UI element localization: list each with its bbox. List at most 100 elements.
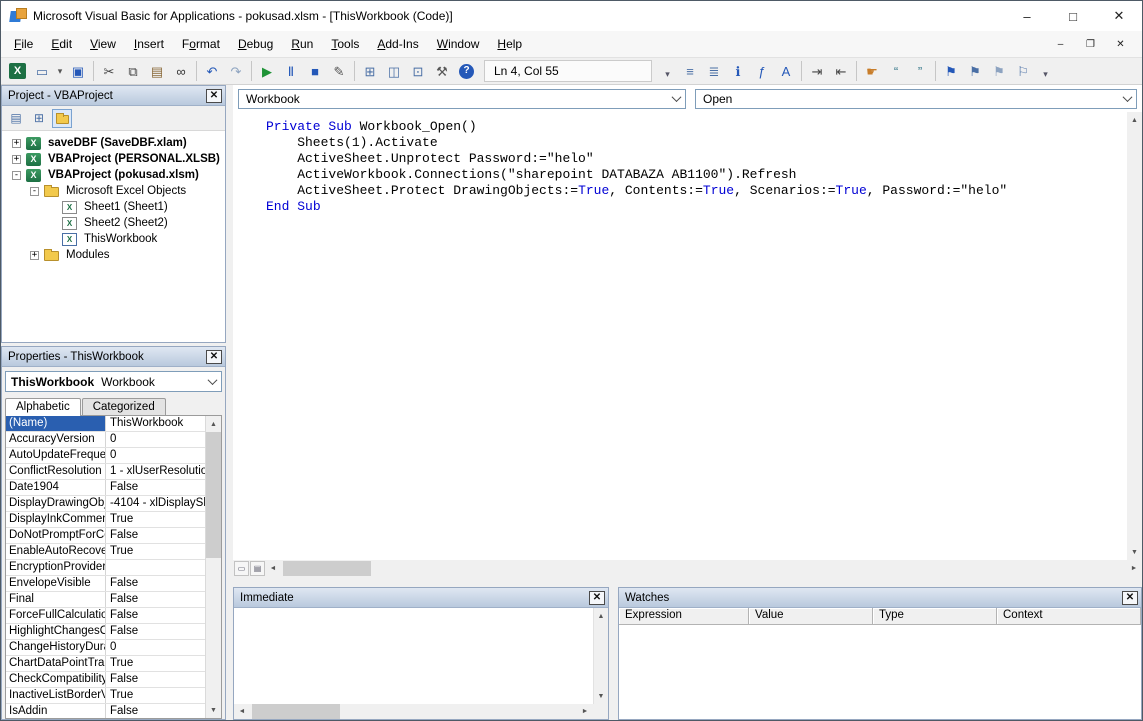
outdent-button[interactable]: ⇤ <box>829 60 853 82</box>
code-line[interactable]: Sheets(1).Activate <box>266 135 1127 151</box>
object-select[interactable]: ThisWorkbook Workbook <box>5 371 222 392</box>
property-value[interactable]: False <box>106 608 205 623</box>
code-line[interactable]: End Sub <box>266 199 1127 215</box>
immediate-content[interactable] <box>234 608 593 704</box>
insert-userform-dropdown-button[interactable]: ▾ <box>54 60 66 82</box>
scroll-up-button[interactable]: ▲ <box>206 416 221 432</box>
tree-expander[interactable]: + <box>12 155 21 164</box>
tree-item[interactable]: ThisWorkbook <box>2 231 225 247</box>
tree-item[interactable]: -Microsoft Excel Objects <box>2 183 225 199</box>
menu-item-run[interactable]: Run <box>282 33 322 55</box>
tab-alphabetic[interactable]: Alphabetic <box>5 398 81 416</box>
property-value[interactable]: True <box>106 512 205 527</box>
property-value[interactable]: 0 <box>106 640 205 655</box>
menu-item-view[interactable]: View <box>81 33 125 55</box>
object-dropdown[interactable]: Workbook <box>238 89 686 109</box>
find-button[interactable]: ∞ <box>169 60 193 82</box>
watches-column-header-context[interactable]: Context <box>997 608 1141 625</box>
scrollbar-thumb[interactable] <box>252 704 340 719</box>
indent-button[interactable]: ⇥ <box>805 60 829 82</box>
property-row[interactable]: ChangeHistoryDurat0 <box>6 640 205 656</box>
tree-item[interactable]: Sheet1 (Sheet1) <box>2 199 225 215</box>
toolbar-options-button[interactable]: ▾ <box>660 60 675 82</box>
code-vertical-scrollbar[interactable]: ▲ ▼ <box>1127 112 1142 560</box>
bottom-panels-splitter[interactable] <box>609 587 618 720</box>
bottom-dock-splitter[interactable] <box>233 577 1142 587</box>
tree-item[interactable]: +saveDBF (SaveDBF.xlam) <box>2 135 225 151</box>
full-module-view-button[interactable]: ▤ <box>250 561 265 576</box>
tree-expander[interactable]: + <box>30 251 39 260</box>
undo-button[interactable]: ↶ <box>200 60 224 82</box>
property-row[interactable]: ConflictResolution1 - xlUserResolutio <box>6 464 205 480</box>
mdi-minimize-button[interactable]: – <box>1047 35 1074 54</box>
scroll-up-button[interactable]: ▲ <box>594 608 608 624</box>
paste-button[interactable]: ▤ <box>145 60 169 82</box>
mdi-close-button[interactable]: ✕ <box>1107 35 1134 54</box>
property-row[interactable]: EnableAutoRecoverTrue <box>6 544 205 560</box>
complete-word-button[interactable]: A <box>774 60 798 82</box>
property-row[interactable]: CheckCompatibilityFalse <box>6 672 205 688</box>
menu-item-insert[interactable]: Insert <box>125 33 173 55</box>
reset-button[interactable]: ■ <box>303 60 327 82</box>
property-value[interactable]: False <box>106 624 205 639</box>
property-row[interactable]: DoNotPromptForConFalse <box>6 528 205 544</box>
property-row[interactable]: (Name)ThisWorkbook <box>6 416 205 432</box>
scroll-down-button[interactable]: ▼ <box>206 702 221 718</box>
toolbox-button[interactable]: ⚒ <box>430 60 454 82</box>
tree-expander[interactable]: + <box>12 139 21 148</box>
toolbar-options-button[interactable]: ▾ <box>1038 60 1053 82</box>
scroll-down-button[interactable]: ▼ <box>594 688 608 704</box>
property-value[interactable]: ThisWorkbook <box>106 416 205 431</box>
next-bookmark-button[interactable]: ⚑ <box>963 60 987 82</box>
property-row[interactable]: Date1904False <box>6 480 205 496</box>
tree-item[interactable]: Sheet2 (Sheet2) <box>2 215 225 231</box>
property-value[interactable]: False <box>106 480 205 495</box>
procedure-dropdown[interactable]: Open <box>695 89 1137 109</box>
property-value[interactable]: False <box>106 528 205 543</box>
close-button[interactable]: ✕ <box>1096 1 1142 31</box>
procedure-view-button[interactable]: ▭ <box>234 561 249 576</box>
procedure-dropdown-button[interactable] <box>1118 90 1136 108</box>
object-dropdown-button[interactable] <box>667 90 685 108</box>
immediate-panel-close-button[interactable]: ✕ <box>589 591 605 605</box>
scrollbar-thumb[interactable] <box>206 432 221 558</box>
toggle-bookmark-button[interactable]: ⚑ <box>939 60 963 82</box>
scroll-left-button[interactable]: ◄ <box>234 704 250 719</box>
menu-item-format[interactable]: Format <box>173 33 229 55</box>
immediate-vertical-scrollbar[interactable]: ▲ ▼ <box>593 608 608 704</box>
menu-item-window[interactable]: Window <box>428 33 489 55</box>
watches-content[interactable] <box>619 625 1141 719</box>
view-microsoft-excel-button[interactable]: X <box>9 63 26 79</box>
watches-panel-close-button[interactable]: ✕ <box>1122 591 1138 605</box>
property-value[interactable]: False <box>106 576 205 591</box>
help-button[interactable]: ? <box>459 64 474 79</box>
object-select-dropdown-button[interactable] <box>203 372 221 391</box>
property-row[interactable]: ChartDataPointTrackTrue <box>6 656 205 672</box>
toggle-folders-button[interactable] <box>52 109 72 128</box>
property-row[interactable]: AutoUpdateFrequen0 <box>6 448 205 464</box>
scrollbar-thumb[interactable] <box>283 561 371 576</box>
scroll-right-button[interactable]: ► <box>1126 561 1142 576</box>
menu-item-edit[interactable]: Edit <box>42 33 81 55</box>
tree-item[interactable]: +Modules <box>2 247 225 263</box>
tree-item[interactable]: -VBAProject (pokusad.xlsm) <box>2 167 225 183</box>
property-value[interactable]: False <box>106 672 205 687</box>
property-value[interactable]: -4104 - xlDisplaySh <box>106 496 205 511</box>
cut-button[interactable]: ✂ <box>97 60 121 82</box>
property-row[interactable]: FinalFalse <box>6 592 205 608</box>
watches-column-header-value[interactable]: Value <box>749 608 873 625</box>
watches-column-header-expression[interactable]: Expression <box>619 608 749 625</box>
clear-all-bookmarks-button[interactable]: ⚐ <box>1011 60 1035 82</box>
view-object-button[interactable]: ⊞ <box>29 109 49 128</box>
property-value[interactable]: 1 - xlUserResolutio <box>106 464 205 479</box>
property-row[interactable]: DisplayInkCommentsTrue <box>6 512 205 528</box>
project-panel-close-button[interactable]: ✕ <box>206 89 222 103</box>
property-value[interactable]: True <box>106 544 205 559</box>
tree-item[interactable]: +VBAProject (PERSONAL.XLSB) <box>2 151 225 167</box>
property-row[interactable]: AccuracyVersion0 <box>6 432 205 448</box>
code-line[interactable]: ActiveSheet.Protect DrawingObjects:=True… <box>266 183 1127 199</box>
property-value[interactable]: True <box>106 688 205 703</box>
previous-bookmark-button[interactable]: ⚑ <box>987 60 1011 82</box>
property-row[interactable]: InactiveListBorderVisTrue <box>6 688 205 704</box>
property-value[interactable]: False <box>106 592 205 607</box>
